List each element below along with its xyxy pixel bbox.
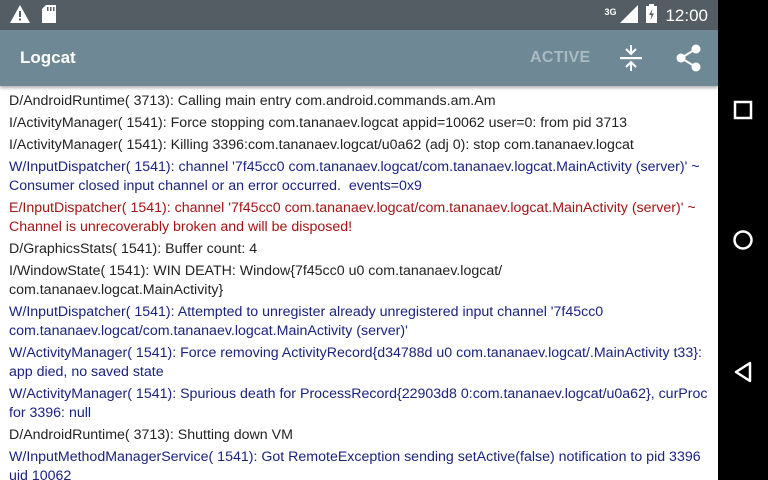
clock: 12:00 — [665, 6, 708, 25]
log-entry[interactable]: D/AndroidRuntime( 3713): Calling main en… — [0, 92, 718, 111]
log-entry[interactable]: W/ActivityManager( 1541): Spurious death… — [0, 385, 718, 423]
log-entry[interactable]: W/ActivityManager( 1541): Force removing… — [0, 344, 718, 382]
filter-icon[interactable] — [617, 43, 645, 73]
warning-icon — [10, 5, 30, 28]
log-entry[interactable]: W/InputMethodManagerService( 1541): Got … — [0, 448, 718, 480]
log-entry[interactable]: I/WindowState( 1541): WIN DEATH: Window{… — [0, 262, 718, 300]
log-entry[interactable]: D/GraphicsStats( 1541): Buffer count: 4 — [0, 240, 718, 259]
home-icon[interactable] — [731, 228, 755, 252]
log-entry[interactable]: D/AndroidRuntime( 3713): Shutting down V… — [0, 426, 718, 445]
share-icon[interactable] — [676, 44, 702, 72]
log-entry[interactable]: E/InputDispatcher( 1541): channel '7f45c… — [0, 199, 718, 237]
sd-card-icon — [42, 5, 56, 28]
app-title: Logcat — [20, 48, 76, 67]
log-entry[interactable]: I/ActivityManager( 1541): Killing 3396:c… — [0, 136, 718, 155]
log-entry[interactable]: W/InputDispatcher( 1541): Attempted to u… — [0, 303, 718, 341]
navigation-bar — [718, 0, 768, 480]
app-bar: Logcat ACTIVE — [0, 30, 718, 86]
signal-icon — [620, 4, 639, 28]
network-type-label: 3G — [604, 7, 617, 17]
log-list[interactable]: I/Radio-JNI( 3713): register_android_har… — [0, 70, 718, 480]
screen: I/Radio-JNI( 3713): register_android_har… — [0, 0, 718, 480]
back-icon[interactable] — [731, 359, 755, 385]
log-entry[interactable]: I/ActivityManager( 1541): Force stopping… — [0, 114, 718, 133]
active-button[interactable]: ACTIVE — [530, 49, 590, 67]
log-entry[interactable]: W/InputDispatcher( 1541): channel '7f45c… — [0, 158, 718, 196]
recents-icon[interactable] — [731, 98, 755, 122]
status-bar: 3G 12:00 — [0, 0, 718, 30]
battery-icon — [646, 4, 658, 28]
